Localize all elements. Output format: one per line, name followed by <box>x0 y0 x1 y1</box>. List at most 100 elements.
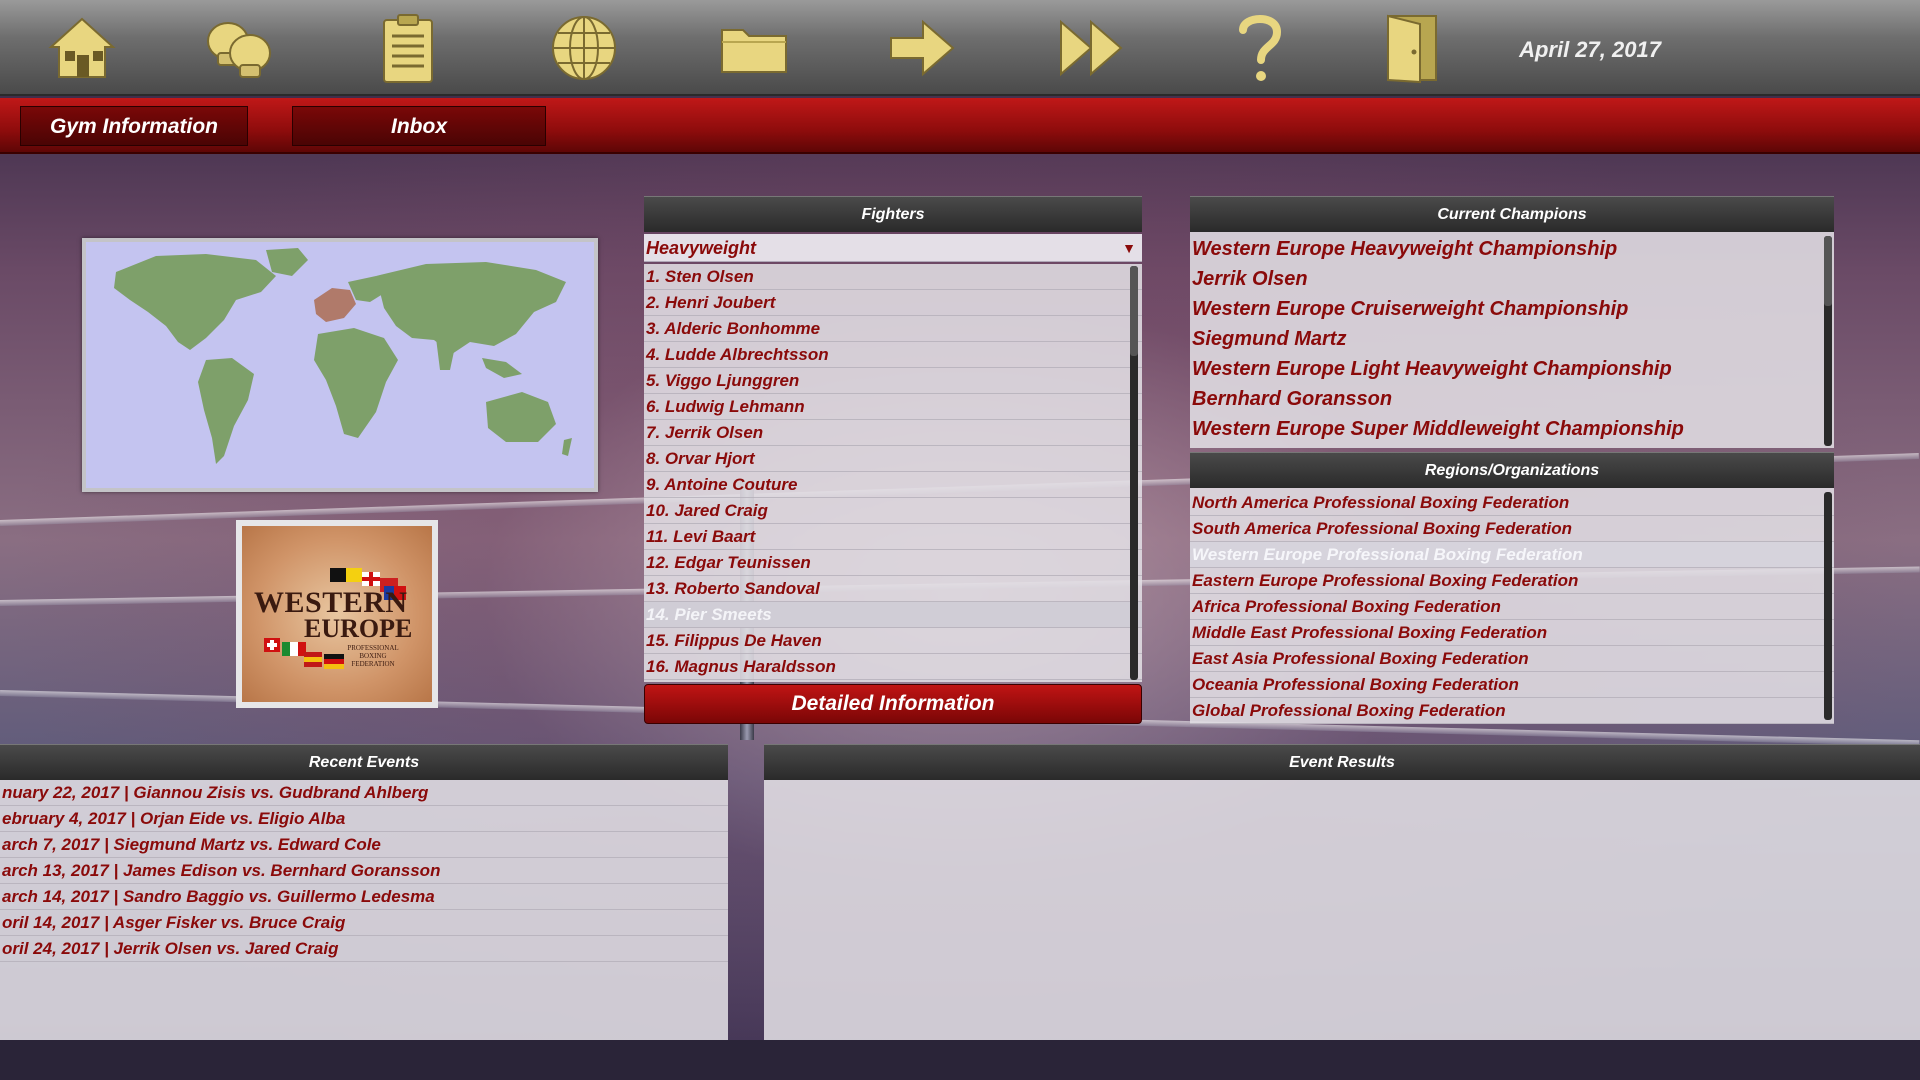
weight-class-value: Heavyweight <box>646 238 757 258</box>
region-row[interactable]: Eastern Europe Professional Boxing Feder… <box>1190 568 1834 594</box>
champion-row[interactable]: Western Europe Cruiserweight Championshi… <box>1190 294 1834 324</box>
fighter-row-label: 1. Sten Olsen <box>646 267 754 286</box>
fighter-row-label: 8. Orvar Hjort <box>646 449 755 468</box>
champion-row-label: Jerrik Olsen <box>1192 268 1308 290</box>
champion-row[interactable]: Western Europe Super Middleweight Champi… <box>1190 414 1834 444</box>
fighter-row-label: 14. Pier Smeets <box>646 605 772 624</box>
champions-scroll-thumb[interactable] <box>1824 236 1832 306</box>
fighter-row-label: 4. Ludde Albrechtsson <box>646 345 829 364</box>
region-row[interactable]: North America Professional Boxing Federa… <box>1190 490 1834 516</box>
fast-forward-icon[interactable] <box>1054 10 1130 86</box>
fighter-row[interactable]: 8. Orvar Hjort <box>644 446 1142 472</box>
exit-door-icon[interactable] <box>1374 10 1450 86</box>
region-row-label: Western Europe Professional Boxing Feder… <box>1192 545 1583 564</box>
fighter-row-label: 16. Magnus Haraldsson <box>646 657 836 676</box>
champion-row[interactable]: Western Europe Heavyweight Championship <box>1190 234 1834 264</box>
fighter-row-label: 12. Edgar Teunissen <box>646 553 811 572</box>
arrow-right-icon[interactable] <box>884 10 960 86</box>
fighter-row-label: 3. Alderic Bonhomme <box>646 319 821 338</box>
region-row[interactable]: East Asia Professional Boxing Federation <box>1190 646 1834 672</box>
event-results-header: Event Results <box>764 744 1920 780</box>
top-toolbar: April 27, 2017 <box>0 0 1920 96</box>
help-icon[interactable] <box>1222 10 1298 86</box>
champions-list[interactable]: Western Europe Heavyweight Championship J… <box>1190 232 1834 448</box>
region-row[interactable]: Western Europe Professional Boxing Feder… <box>1190 542 1834 568</box>
event-results-panel <box>764 780 1920 1040</box>
recent-events-header: Recent Events <box>0 744 728 780</box>
fighter-row-label: 7. Jerrik Olsen <box>646 423 764 442</box>
fighter-row[interactable]: 2. Henri Joubert <box>644 290 1142 316</box>
event-row-label: oril 24, 2017 | Jerrik Olsen vs. Jared C… <box>2 939 339 958</box>
boxing-gloves-icon[interactable] <box>200 10 276 86</box>
fighter-row[interactable]: 10. Jared Craig <box>644 498 1142 524</box>
fighter-row[interactable]: 13. Roberto Sandoval <box>644 576 1142 602</box>
champion-row-label: Western Europe Super Middleweight Champi… <box>1192 418 1684 440</box>
fighter-row[interactable]: 9. Antoine Couture <box>644 472 1142 498</box>
fighter-row-label: 15. Filippus De Haven <box>646 631 822 650</box>
tab-gym-information[interactable]: Gym Information <box>20 106 248 146</box>
fighter-row[interactable]: 5. Viggo Ljunggren <box>644 368 1142 394</box>
event-row-label: nuary 22, 2017 | Giannou Zisis vs. Gudbr… <box>2 783 429 802</box>
fighter-row[interactable]: 15. Filippus De Haven <box>644 628 1142 654</box>
globe-icon[interactable] <box>546 10 622 86</box>
fighters-scrollbar[interactable] <box>1130 266 1138 680</box>
bottom-strip <box>0 1040 1920 1080</box>
region-row-label: North America Professional Boxing Federa… <box>1192 493 1570 512</box>
fighters-list[interactable]: 1. Sten Olsen 2. Henri Joubert 3. Alderic … <box>644 264 1142 682</box>
fighter-row-label: 6. Ludwig Lehmann <box>646 397 805 416</box>
fighter-row[interactable]: 12. Edgar Teunissen <box>644 550 1142 576</box>
fighter-row[interactable]: 3. Alderic Bonhomme <box>644 316 1142 342</box>
weight-class-dropdown[interactable]: Heavyweight ▼ <box>644 234 1142 262</box>
event-row[interactable]: arch 13, 2017 | James Edison vs. Bernhar… <box>0 858 728 884</box>
event-row-label: arch 7, 2017 | Siegmund Martz vs. Edward… <box>2 835 381 854</box>
folder-icon[interactable] <box>716 10 792 86</box>
region-row[interactable]: Middle East Professional Boxing Federati… <box>1190 620 1834 646</box>
event-row[interactable]: arch 14, 2017 | Sandro Baggio vs. Guille… <box>0 884 728 910</box>
tab-inbox[interactable]: Inbox <box>292 106 546 146</box>
detailed-information-button[interactable]: Detailed Information <box>644 684 1142 724</box>
current-champions-header: Current Champions <box>1190 196 1834 232</box>
champion-row[interactable]: Jerrik Olsen <box>1190 264 1834 294</box>
fighter-row[interactable]: 11. Levi Baart <box>644 524 1142 550</box>
region-row[interactable]: Global Professional Boxing Federation <box>1190 698 1834 724</box>
recent-events-list[interactable]: nuary 22, 2017 | Giannou Zisis vs. Gudbr… <box>0 780 728 1040</box>
world-map[interactable] <box>82 238 598 492</box>
regions-scrollbar[interactable] <box>1824 492 1832 720</box>
tab-bar: Gym Information Inbox <box>0 98 1920 154</box>
event-row[interactable]: ebruary 4, 2017 | Orjan Eide vs. Eligio … <box>0 806 728 832</box>
region-row-label: East Asia Professional Boxing Federation <box>1192 649 1529 668</box>
fighter-row[interactable]: 4. Ludde Albrechtsson <box>644 342 1142 368</box>
chevron-down-icon: ▼ <box>1122 240 1136 256</box>
regions-list[interactable]: North America Professional Boxing Federa… <box>1190 488 1834 724</box>
champion-row[interactable]: Western Europe Light Heavyweight Champio… <box>1190 354 1834 384</box>
champion-row[interactable]: Bernhard Goransson <box>1190 384 1834 414</box>
current-date: April 27, 2017 <box>1519 37 1661 62</box>
event-row[interactable]: oril 14, 2017 | Asger Fisker vs. Bruce C… <box>0 910 728 936</box>
clipboard-icon[interactable] <box>370 10 446 86</box>
region-row[interactable]: South America Professional Boxing Federa… <box>1190 516 1834 542</box>
fighters-header: Fighters <box>644 196 1142 232</box>
region-row-label: Oceania Professional Boxing Federation <box>1192 675 1519 694</box>
champion-row[interactable]: Siegmund Martz <box>1190 324 1834 354</box>
fighter-row[interactable]: 14. Pier Smeets <box>644 602 1142 628</box>
logo-text-line2: Europe <box>304 614 413 643</box>
champions-scrollbar[interactable] <box>1824 236 1832 446</box>
region-row-label: Africa Professional Boxing Federation <box>1192 597 1501 616</box>
event-row-label: arch 13, 2017 | James Edison vs. Bernhar… <box>2 861 441 880</box>
fighter-row[interactable]: 16. Magnus Haraldsson <box>644 654 1142 680</box>
region-row-label: Middle East Professional Boxing Federati… <box>1192 623 1548 642</box>
fighter-row-label: 2. Henri Joubert <box>646 293 776 312</box>
fighters-scroll-thumb[interactable] <box>1130 266 1138 356</box>
fighter-row[interactable]: 7. Jerrik Olsen <box>644 420 1142 446</box>
event-row[interactable]: oril 24, 2017 | Jerrik Olsen vs. Jared C… <box>0 936 728 962</box>
region-row[interactable]: Oceania Professional Boxing Federation <box>1190 672 1834 698</box>
event-row[interactable]: nuary 22, 2017 | Giannou Zisis vs. Gudbr… <box>0 780 728 806</box>
event-row-label: arch 14, 2017 | Sandro Baggio vs. Guille… <box>2 887 435 906</box>
fighter-row[interactable]: 6. Ludwig Lehmann <box>644 394 1142 420</box>
champion-row-label: Western Europe Light Heavyweight Champio… <box>1192 358 1672 380</box>
event-row[interactable]: arch 7, 2017 | Siegmund Martz vs. Edward… <box>0 832 728 858</box>
region-row[interactable]: Africa Professional Boxing Federation <box>1190 594 1834 620</box>
home-icon[interactable] <box>44 10 120 86</box>
fighter-row[interactable]: 1. Sten Olsen <box>644 264 1142 290</box>
fighter-row-label: 13. Roberto Sandoval <box>646 579 820 598</box>
